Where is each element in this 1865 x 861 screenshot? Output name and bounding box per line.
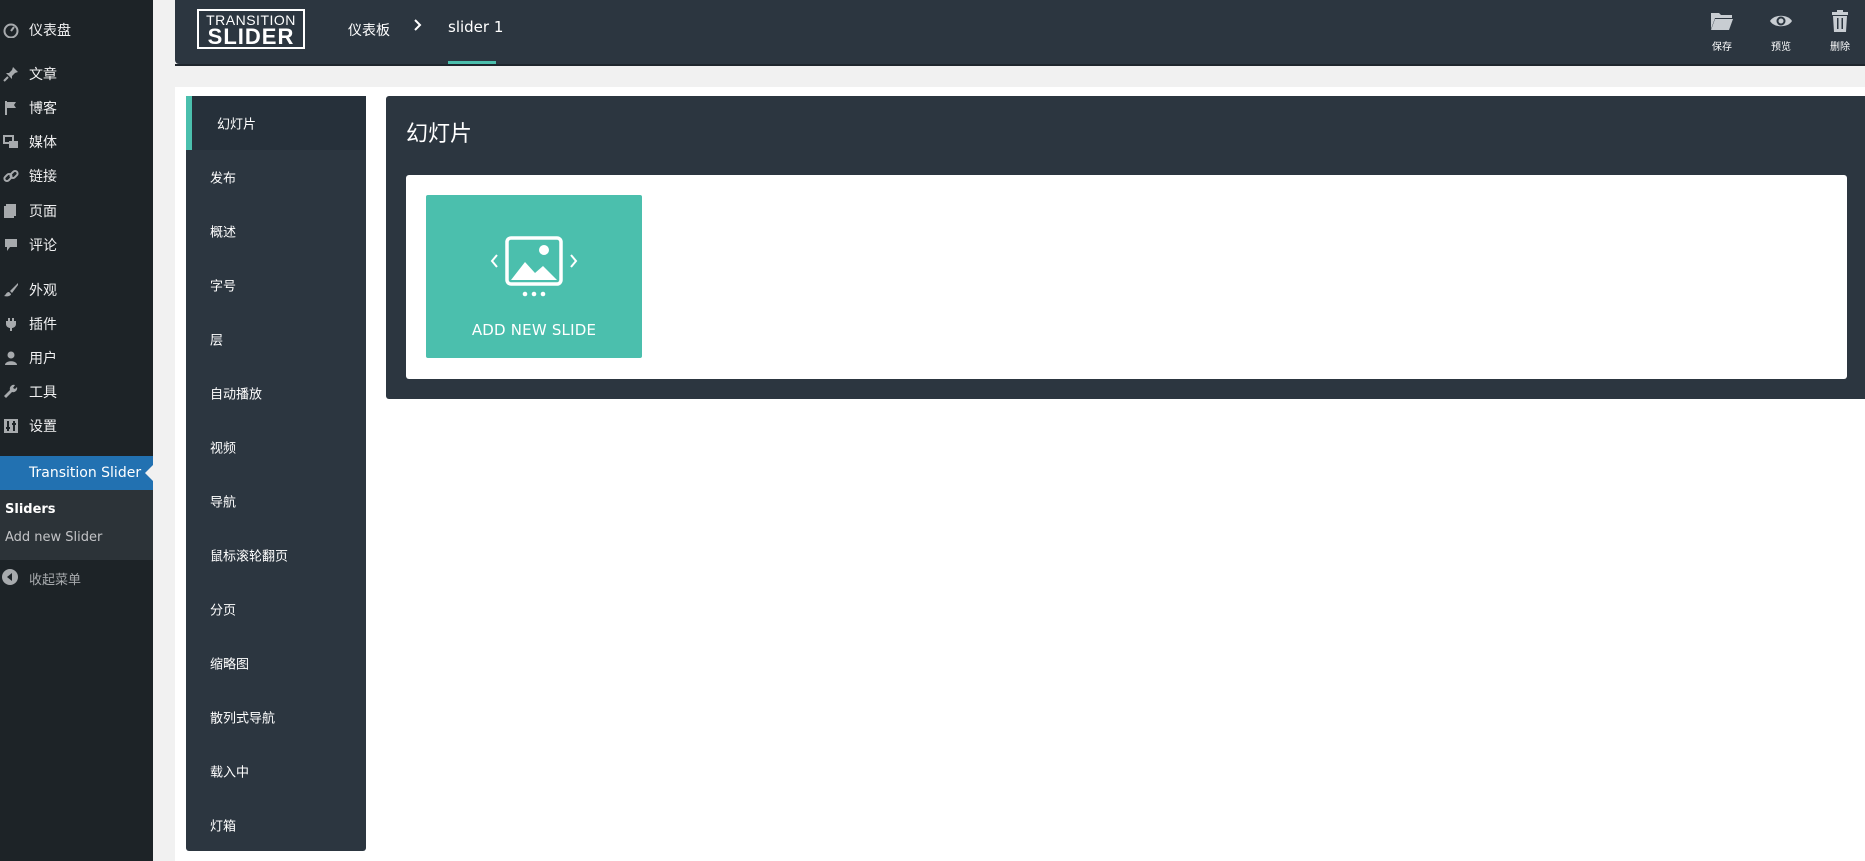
settings-nav-publish[interactable]: 发布 bbox=[186, 150, 366, 204]
trash-icon bbox=[1832, 10, 1848, 32]
brush-icon bbox=[2, 281, 20, 299]
settings-nav-label: 灯箱 bbox=[210, 819, 237, 835]
wp-menu-media[interactable]: 媒体 bbox=[0, 127, 153, 157]
wp-menu-label: 仪表盘 bbox=[29, 23, 71, 39]
settings-icon bbox=[2, 417, 20, 435]
settings-nav-thumbnails[interactable]: 缩略图 bbox=[186, 636, 366, 690]
image-slide-icon bbox=[490, 236, 578, 297]
settings-nav-loading[interactable]: 载入中 bbox=[186, 744, 366, 798]
wp-menu-pages[interactable]: 页面 bbox=[0, 196, 153, 226]
wp-menu-label: 用户 bbox=[29, 351, 57, 367]
slides-list: ADD NEW SLIDE bbox=[406, 175, 1847, 379]
settings-nav-label: 鼠标滚轮翻页 bbox=[210, 549, 289, 565]
wp-menu-label: 外观 bbox=[29, 283, 57, 299]
settings-nav-pagination[interactable]: 分页 bbox=[186, 582, 366, 636]
wp-menu-dashboard[interactable]: 仪表盘 bbox=[0, 15, 153, 45]
wp-menu-appearance[interactable]: 外观 bbox=[0, 275, 153, 305]
page-icon bbox=[2, 202, 20, 220]
wp-menu-blog[interactable]: 博客 bbox=[0, 93, 153, 123]
wp-submenu: Sliders Add new Slider bbox=[0, 490, 153, 560]
wp-menu-label: 媒体 bbox=[29, 135, 57, 151]
logo-bottom-text: SLIDER bbox=[207, 24, 295, 49]
wrench-icon bbox=[2, 383, 20, 401]
wp-menu-posts[interactable]: 文章 bbox=[0, 59, 153, 89]
wp-menu-label: 设置 bbox=[29, 419, 57, 435]
eye-icon bbox=[1770, 15, 1792, 27]
delete-label: 删除 bbox=[1830, 42, 1850, 53]
link-icon bbox=[2, 167, 20, 185]
wp-submenu-add-new-slider[interactable]: Add new Slider bbox=[5, 530, 102, 545]
settings-nav-navigation[interactable]: 导航 bbox=[186, 474, 366, 528]
collapse-arrow-icon bbox=[2, 569, 18, 585]
settings-nav-font-size[interactable]: 字号 bbox=[186, 258, 366, 312]
preview-label: 预览 bbox=[1771, 42, 1791, 53]
wp-admin-sidebar: 仪表盘 文章 博客 媒体 链接 页面 评论 外观 插件 用户 工具 设置 Tra… bbox=[0, 0, 153, 861]
wp-menu-label: 工具 bbox=[29, 385, 57, 401]
settings-nav-label: 缩略图 bbox=[210, 657, 250, 673]
settings-nav-label: 幻灯片 bbox=[217, 117, 257, 133]
comment-icon bbox=[2, 236, 20, 254]
settings-nav-lightbox[interactable]: 灯箱 bbox=[186, 798, 366, 852]
plugin-header: TRANSITION SLIDER 仪表板 slider 1 保存 预览 删除 bbox=[175, 0, 1865, 64]
breadcrumb-current[interactable]: slider 1 bbox=[448, 18, 503, 36]
settings-nav-label: 层 bbox=[210, 333, 224, 349]
user-icon bbox=[2, 349, 20, 367]
wp-menu-label: 页面 bbox=[29, 204, 57, 220]
slides-panel-title: 幻灯片 bbox=[406, 122, 473, 147]
transition-slider-logo: TRANSITION SLIDER bbox=[197, 9, 305, 49]
wp-menu-comments[interactable]: 评论 bbox=[0, 230, 153, 260]
save-label: 保存 bbox=[1712, 42, 1732, 53]
flag-icon bbox=[2, 99, 20, 117]
settings-nav-autoplay[interactable]: 自动播放 bbox=[186, 366, 366, 420]
wp-menu-settings[interactable]: 设置 bbox=[0, 411, 153, 441]
settings-nav-overview[interactable]: 概述 bbox=[186, 204, 366, 258]
settings-nav-label: 视频 bbox=[210, 441, 237, 457]
preview-button[interactable]: 预览 bbox=[1761, 10, 1801, 53]
settings-nav-label: 字号 bbox=[210, 279, 237, 295]
folder-icon bbox=[1711, 13, 1733, 30]
wp-collapse-menu[interactable]: 收起菜单 bbox=[0, 563, 153, 593]
wp-menu-label: 评论 bbox=[29, 238, 57, 254]
wp-menu-users[interactable]: 用户 bbox=[0, 343, 153, 373]
slides-panel: 幻灯片 ADD NEW SLIDE bbox=[386, 96, 1865, 399]
wp-menu-tools[interactable]: 工具 bbox=[0, 377, 153, 407]
wp-menu-label: Transition Slider bbox=[29, 465, 142, 481]
settings-nav-label: 发布 bbox=[210, 171, 237, 187]
wp-menu-label: 链接 bbox=[29, 169, 57, 185]
wp-submenu-sliders[interactable]: Sliders bbox=[5, 502, 56, 517]
header-divider bbox=[175, 64, 1865, 66]
wp-menu-transition-slider[interactable]: Transition Slider bbox=[0, 456, 153, 490]
plug-icon bbox=[2, 315, 20, 333]
settings-nav-label: 分页 bbox=[210, 603, 237, 619]
media-icon bbox=[2, 133, 20, 151]
wp-menu-label: 博客 bbox=[29, 101, 57, 117]
dashboard-icon bbox=[2, 21, 20, 39]
settings-nav-layers[interactable]: 层 bbox=[186, 312, 366, 366]
settings-nav-label: 散列式导航 bbox=[210, 711, 276, 727]
add-new-slide-label: ADD NEW SLIDE bbox=[471, 321, 597, 339]
settings-nav-mousewheel[interactable]: 鼠标滚轮翻页 bbox=[186, 528, 366, 582]
settings-nav-label: 导航 bbox=[210, 495, 237, 511]
settings-nav-label: 自动播放 bbox=[210, 387, 263, 403]
wp-menu-plugins[interactable]: 插件 bbox=[0, 309, 153, 339]
settings-nav-video[interactable]: 视频 bbox=[186, 420, 366, 474]
breadcrumb-home[interactable]: 仪表板 bbox=[348, 20, 390, 40]
settings-nav-slides[interactable]: 幻灯片 bbox=[186, 96, 366, 150]
wp-collapse-label: 收起菜单 bbox=[29, 573, 82, 588]
pin-icon bbox=[2, 65, 20, 83]
wp-menu-label: 文章 bbox=[29, 67, 57, 83]
chevron-right-icon bbox=[412, 17, 424, 37]
settings-nav-hash-navigation[interactable]: 散列式导航 bbox=[186, 690, 366, 744]
settings-nav-label: 概述 bbox=[210, 225, 237, 241]
settings-nav-label: 载入中 bbox=[210, 765, 250, 781]
wp-menu-label: 插件 bbox=[29, 317, 57, 333]
add-new-slide-button[interactable]: ADD NEW SLIDE bbox=[426, 195, 642, 358]
save-button[interactable]: 保存 bbox=[1702, 10, 1742, 53]
delete-button[interactable]: 删除 bbox=[1820, 10, 1860, 53]
wp-menu-links[interactable]: 链接 bbox=[0, 161, 153, 191]
settings-nav: 幻灯片 发布 概述 字号 层 自动播放 视频 导航 鼠标滚轮翻页 分页 缩略图 … bbox=[186, 96, 366, 851]
